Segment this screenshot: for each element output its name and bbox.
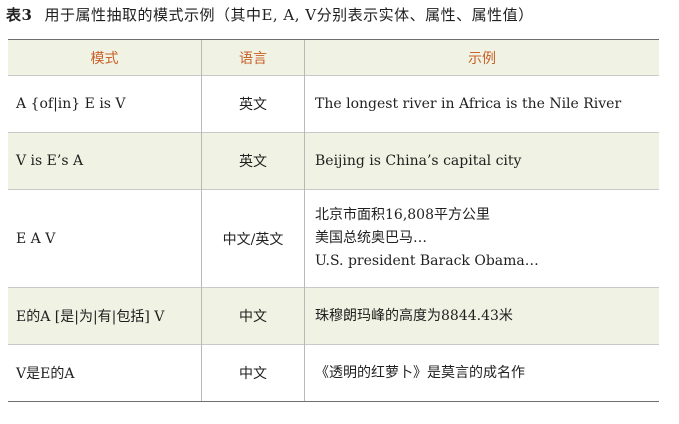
pattern-cell: E A V: [16, 230, 56, 247]
table-row: V is E’s A 英文 Beijing is China’s capital…: [8, 132, 659, 190]
pattern-table: 模式 语言 示例 A {of|in} E is V 英文 The longest…: [8, 39, 659, 402]
table-caption: 表3 用于属性抽取的模式示例（其中E, A, V分别表示实体、属性、属性值）: [6, 2, 534, 28]
header-example: 示例: [304, 40, 659, 76]
table-row: E的A [是|为|有|包括] V 中文 珠穆朗玛峰的高度为8844.43米: [8, 287, 659, 345]
table-row: V是E的A 中文 《透明的红萝卜》是莫言的成名作: [8, 344, 659, 401]
example-line: 《透明的红萝卜》是莫言的成名作: [315, 364, 525, 381]
example-cell: 《透明的红萝卜》是莫言的成名作: [304, 344, 659, 401]
header-pattern: 模式: [90, 50, 119, 67]
language-cell: 中文/英文: [201, 189, 305, 288]
example-line: U.S. president Barack Obama…: [315, 253, 539, 269]
example-line: Beijing is China’s capital city: [315, 152, 522, 169]
pattern-cell: E的A [是|为|有|包括] V: [16, 309, 165, 325]
example-line: The longest river in Africa is the Nile …: [315, 95, 622, 112]
example-line: 美国总统奥巴马…: [315, 230, 427, 246]
pattern-cell: V is E’s A: [16, 153, 84, 169]
table-row: E A V 中文/英文 北京市面积16,808平方公里 美国总统奥巴马… U.S…: [8, 189, 659, 288]
language-cell: 中文: [201, 287, 305, 345]
table-header-row: 模式 语言 示例: [8, 40, 659, 76]
caption-text: 用于属性抽取的模式示例（其中E, A, V分别表示实体、属性、属性值）: [44, 6, 534, 24]
example-line: 珠穆朗玛峰的高度为8844.43米: [315, 307, 513, 324]
example-cell: The longest river in Africa is the Nile …: [304, 75, 659, 133]
language-cell: 英文: [201, 132, 305, 190]
example-cell: 珠穆朗玛峰的高度为8844.43米: [304, 287, 659, 345]
example-cell: Beijing is China’s capital city: [304, 132, 659, 190]
example-line: 北京市面积16,808平方公里: [315, 207, 490, 223]
pattern-cell: A {of|in} E is V: [16, 96, 126, 112]
pattern-cell: V是E的A: [16, 366, 75, 382]
language-cell: 中文: [201, 344, 305, 401]
caption-number: 表3: [6, 6, 33, 24]
table-row: A {of|in} E is V 英文 The longest river in…: [8, 75, 659, 133]
header-language: 语言: [201, 40, 305, 76]
language-cell: 英文: [201, 75, 305, 133]
example-cell: 北京市面积16,808平方公里 美国总统奥巴马… U.S. president …: [304, 189, 659, 288]
